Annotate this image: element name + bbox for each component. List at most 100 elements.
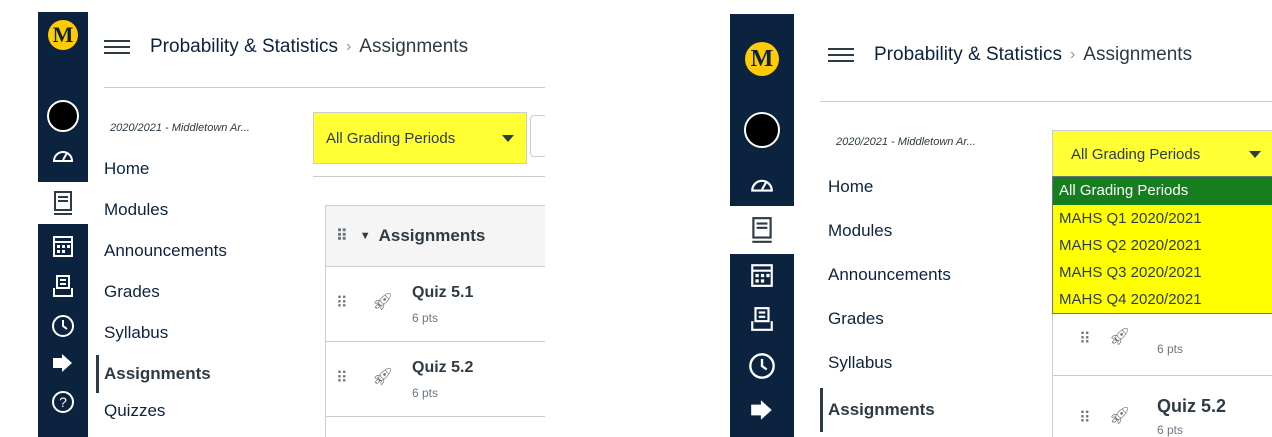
dashboard-icon [751,179,773,192]
drag-handle-icon[interactable]: ⠿ [336,226,348,246]
svg-text:?: ? [59,394,67,410]
course-nav-assignments[interactable]: Assignments [820,388,951,432]
commons-icon [751,400,772,420]
avatar [744,112,780,148]
header-bar: Probability & Statistics › Assignments [828,44,1192,66]
header-divider [104,87,545,88]
drag-handle-icon[interactable]: ⠿ [336,293,348,313]
grading-period-option[interactable]: MAHS Q4 2020/2021 [1053,286,1272,313]
account-link[interactable] [730,112,794,148]
quiz-rocket-icon: 🚀︎ [372,292,394,311]
calendar-link[interactable] [730,262,794,288]
inbox-icon [751,307,773,331]
courses-link[interactable] [730,206,794,254]
course-nav-modules[interactable]: Modules [104,197,227,223]
university-logo: M [745,42,779,76]
breadcrumb-course[interactable]: Probability & Statistics [150,36,338,58]
assignment-group-title: Assignments [378,226,486,245]
global-nav: M [730,14,794,437]
help-icon: ? [52,391,74,413]
assignment-row[interactable]: ⠿ 🚀︎ Quiz 5.1 6 pts [326,267,545,342]
quiz-rocket-icon: 🚀︎ [1109,406,1131,425]
history-icon [52,315,74,337]
history-link[interactable] [38,314,88,338]
avatar [47,100,79,132]
global-nav: M ? [38,12,88,437]
courses-link[interactable] [38,182,88,224]
breadcrumb-course[interactable]: Probability & Statistics [874,44,1062,66]
search-input[interactable] [530,115,545,157]
toolbar-divider [313,176,545,177]
grading-period-select[interactable]: All Grading Periods [313,112,527,164]
grading-period-value: All Grading Periods [326,129,456,147]
assignment-points: 6 pts [412,311,439,325]
history-link[interactable] [730,352,794,380]
hamburger-menu-icon[interactable] [828,48,854,62]
logo-link[interactable]: M [730,42,794,76]
assignment-points: 6 pts [412,386,439,400]
help-link[interactable]: ? [38,390,88,414]
dashboard-link[interactable] [38,144,88,164]
account-link[interactable] [38,100,88,132]
course-nav-assignments[interactable]: Assignments [96,355,227,393]
dashboard-icon [52,151,74,162]
quiz-rocket-icon: 🚀︎ [1109,327,1131,346]
quiz-rocket-icon: 🚀︎ [372,367,394,386]
course-term: 2020/2021 - Middletown Ar... [110,122,250,134]
logo-link[interactable]: M [38,20,88,50]
drag-handle-icon[interactable]: ⠿ [1079,329,1091,349]
course-nav-syllabus[interactable]: Syllabus [828,350,951,376]
grading-period-dropdown: All Grading Periods MAHS Q1 2020/2021 MA… [1052,176,1272,314]
grading-period-option[interactable]: All Grading Periods [1053,177,1272,205]
course-nav-announcements[interactable]: Announcements [104,238,227,264]
grading-period-option[interactable]: MAHS Q1 2020/2021 [1053,205,1272,232]
calendar-icon [751,264,773,287]
course-nav-grades[interactable]: Grades [828,306,951,332]
calendar-link[interactable] [38,234,88,258]
breadcrumb-separator: › [345,38,352,55]
assignment-title[interactable]: Quiz 5.1 [412,284,473,302]
assignment-row[interactable]: ⠿ 🚀︎ Quiz 5.2 6 pts [1053,376,1272,437]
course-nav-quizzes[interactable]: Quizzes [104,398,227,424]
assignment-title[interactable]: Quiz 5.2 [412,359,473,377]
breadcrumb-separator: › [1069,46,1076,63]
chevron-down-icon [1249,151,1261,158]
grading-period-select[interactable]: All Grading Periods [1052,130,1272,178]
course-nav: Home Modules Announcements Grades Syllab… [820,174,951,432]
breadcrumb-page: Assignments [1083,44,1193,65]
commons-icon [53,354,72,372]
screenshot-left: M ? Probability & Statistics › Assignmen… [0,0,545,437]
hamburger-menu-icon[interactable] [104,40,130,54]
inbox-link[interactable] [730,306,794,332]
calendar-icon [53,236,73,257]
course-nav-syllabus[interactable]: Syllabus [104,320,227,346]
course-nav-grades[interactable]: Grades [104,279,227,305]
assignment-group-header[interactable]: ⠿ ▼ Assignments [326,206,545,267]
header-divider [820,101,1272,102]
inbox-link[interactable] [38,274,88,298]
assignment-points: 6 pts [1157,423,1184,437]
courses-icon [54,191,72,215]
grading-period-option[interactable]: MAHS Q2 2020/2021 [1053,232,1272,259]
course-nav-home[interactable]: Home [104,156,227,182]
drag-handle-icon[interactable]: ⠿ [336,368,348,388]
commons-link[interactable] [730,398,794,422]
collapse-caret-icon[interactable]: ▼ [360,230,371,242]
course-nav: Home Modules Announcements Grades Syllab… [96,156,227,424]
inbox-icon [53,275,73,297]
assignment-row[interactable]: ⠿ 🚀︎ Quiz 5.2 6 pts [326,342,545,417]
course-nav-announcements[interactable]: Announcements [828,262,951,288]
header-bar: Probability & Statistics › Assignments [104,36,468,58]
assignment-group: ⠿ ▼ Assignments ⠿ 🚀︎ Quiz 5.1 6 pts ⠿ 🚀︎… [325,205,545,437]
grading-period-option[interactable]: MAHS Q3 2020/2021 [1053,259,1272,286]
breadcrumb-page: Assignments [359,36,469,57]
dashboard-link[interactable] [730,172,794,194]
course-nav-home[interactable]: Home [828,174,951,200]
drag-handle-icon[interactable]: ⠿ [1079,408,1091,428]
chevron-down-icon [502,135,514,142]
assignment-title[interactable]: Quiz 5.2 [1157,396,1226,417]
course-term: 2020/2021 - Middletown Ar... [836,136,976,148]
course-nav-modules[interactable]: Modules [828,218,951,244]
commons-link[interactable] [38,352,88,374]
courses-icon [752,217,772,243]
